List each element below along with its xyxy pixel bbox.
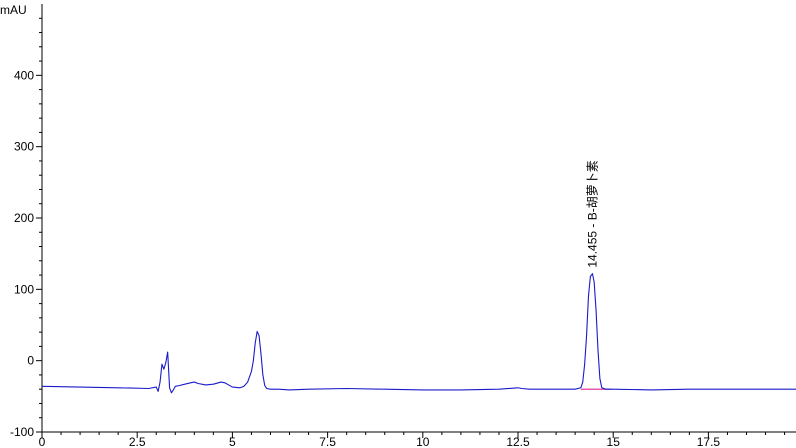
axes [41,4,796,433]
y-tick-label: 100 [14,282,34,296]
x-tick-label: 0 [39,435,46,448]
x-tick-label: 2.5 [129,435,146,448]
y-axis-ticks: -100 0 100 200 300 400 [10,17,42,439]
plot-area [41,273,796,394]
x-tick-label: 10 [416,435,430,448]
chromatogram-chart: mAU -100 0 100 200 300 400 0 2.5 5 7.5 10 12.5 15 17… [0,3,796,448]
y-axis-unit-label: mAU [0,3,27,17]
peak-annotation-label: 14.455 - B-胡萝卜素 [585,160,599,267]
peak-annotations: 14.455 - B-胡萝卜素 [585,160,599,267]
y-tick-label: 200 [14,211,34,225]
x-axis-ticks: 0 2.5 5 7.5 10 12.5 15 17.5 [39,432,786,448]
x-tick-label: 15 [607,435,621,448]
x-tick-label: 12.5 [506,435,530,448]
x-tick-label: 17.5 [697,435,721,448]
y-tick-label: -100 [10,425,34,439]
y-tick-label: 400 [14,68,34,82]
chromatogram-trace [41,273,796,394]
y-tick-label: 0 [27,354,34,368]
x-tick-label: 5 [229,435,236,448]
x-tick-label: 7.5 [319,435,336,448]
y-tick-label: 300 [14,140,34,154]
